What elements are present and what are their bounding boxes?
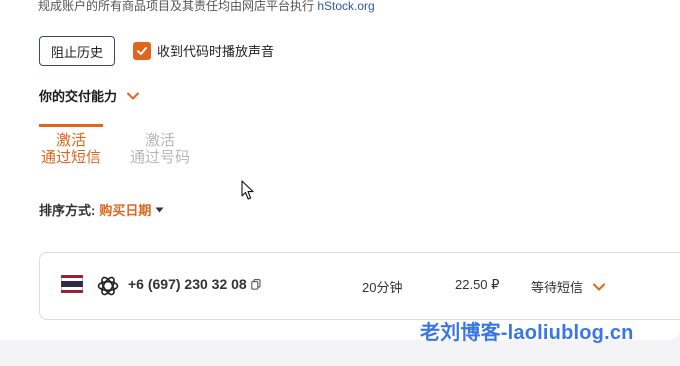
- tab-sms-activation[interactable]: 激活 通过短信: [39, 124, 103, 166]
- notice-link[interactable]: hStock.org: [317, 0, 374, 13]
- order-status[interactable]: 等待短信: [531, 277, 606, 296]
- tab-line: 通过短信: [40, 149, 101, 166]
- chevron-down-icon: [127, 92, 140, 99]
- sort-dropdown[interactable]: 购买日期: [99, 200, 151, 219]
- check-icon: [137, 46, 147, 55]
- section-title: 你的交付能力: [39, 89, 118, 104]
- order-price: 22.50 ₽: [455, 277, 500, 292]
- mouse-pointer-icon: [241, 180, 254, 200]
- thailand-flag-icon: [61, 275, 83, 293]
- block-history-button[interactable]: 阻止历史: [39, 36, 115, 66]
- watermark: 老刘博客-laoliublog.cn: [420, 322, 634, 344]
- sort-control: 排序方式: 购买日期: [39, 200, 164, 219]
- tab-line: 激活: [144, 132, 175, 149]
- notice-text: 规成账户的所有商品项目及其责任均由网店平台执行 hStock.org: [38, 0, 375, 14]
- phone-number: +6 (697) 230 32 08: [128, 276, 261, 292]
- copy-icon[interactable]: [251, 278, 261, 290]
- delivery-section-toggle[interactable]: 你的交付能力: [39, 86, 140, 105]
- tab-line: 通过号码: [129, 149, 190, 166]
- caret-down-icon[interactable]: [155, 207, 164, 213]
- tab-line: 激活: [55, 132, 86, 149]
- tab-number-activation[interactable]: 激活 通过号码: [128, 124, 192, 166]
- sort-label: 排序方式:: [39, 203, 96, 218]
- order-status-text: 等待短信: [531, 280, 584, 295]
- openai-icon: [97, 276, 119, 296]
- phone-number-text: +6 (697) 230 32 08: [128, 276, 247, 292]
- order-duration: 20分钟: [362, 280, 403, 295]
- sound-checkbox[interactable]: [133, 41, 151, 60]
- activation-tabs: 激活 通过短信 激活 通过号码: [39, 124, 192, 166]
- order-row[interactable]: +6 (697) 230 32 08 20分钟 22.50 ₽ 等待短信: [39, 252, 680, 320]
- notice-body: 规成账户的所有商品项目及其责任均由网店平台执行: [38, 0, 315, 13]
- chevron-down-icon[interactable]: [593, 283, 606, 291]
- sound-setting[interactable]: 收到代码时播放声音: [133, 41, 274, 60]
- main-panel: 规成账户的所有商品项目及其责任均由网店平台执行 hStock.org 阻止历史 …: [0, 0, 680, 340]
- sound-checkbox-label: 收到代码时播放声音: [157, 44, 275, 59]
